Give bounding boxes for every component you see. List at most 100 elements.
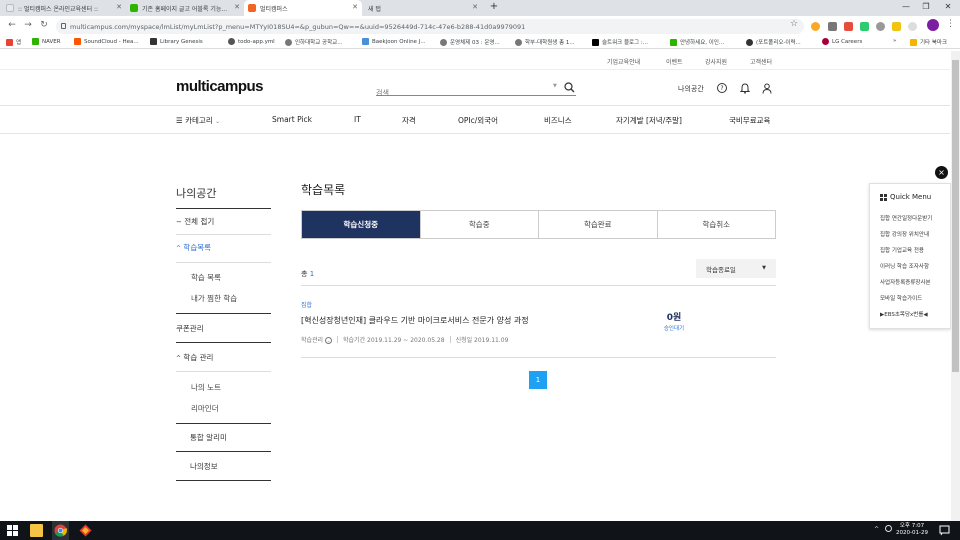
my-space-link[interactable]: 나의공간 (678, 84, 704, 94)
maximize-icon[interactable]: ❐ (918, 2, 934, 11)
star-icon[interactable]: ☆ (790, 19, 798, 29)
quick-menu-item[interactable]: 집합 기업교육 전용 (880, 246, 924, 254)
quick-menu-item[interactable]: 집합 연간일정다운받기 (880, 214, 932, 222)
manage-learning-link[interactable]: 학습관리 ⌄ (301, 335, 333, 344)
address-bar[interactable]: multicampus.com/myspace/lmList/myLmList?… (56, 19, 804, 34)
file-explorer-icon[interactable] (30, 524, 43, 537)
bookmark-item[interactable]: 운영체제 03 : 운영... (440, 38, 500, 46)
help-icon[interactable]: ? (717, 83, 727, 93)
user-icon[interactable] (762, 83, 772, 94)
extension-icon[interactable] (892, 22, 901, 31)
bookmark-item[interactable]: Library Genesis (150, 38, 203, 45)
tab-title: 기존 홈페이지 글고 어블록 기능... (142, 5, 228, 13)
bookmark-item[interactable]: SoundCloud - Hea... (74, 38, 139, 45)
extension-icon[interactable] (844, 22, 853, 31)
network-icon[interactable] (885, 525, 892, 532)
extension-icon[interactable] (908, 22, 917, 31)
close-icon[interactable]: ✕ (352, 3, 358, 11)
bookmark-item[interactable]: 앱 (6, 38, 21, 46)
back-icon[interactable]: ← (6, 20, 18, 30)
nav-item-certification[interactable]: 자격 (402, 115, 416, 126)
util-link-corporate[interactable]: 기업교육안내 (607, 57, 640, 66)
forward-icon[interactable]: → (22, 20, 34, 30)
extension-icon[interactable] (876, 22, 885, 31)
browser-tab[interactable]: :: 멀티캠퍼스 온라인교육센터 :: ✕ (2, 0, 126, 16)
app-diamond-icon[interactable] (79, 524, 92, 537)
quick-menu-item[interactable]: 모바일 학습가이드 (880, 294, 922, 302)
category-menu-button[interactable]: ☰ 카테고리 ⌄ (176, 115, 220, 126)
search-dropdown-icon[interactable]: ▼ (553, 83, 557, 89)
close-icon[interactable]: ✕ (234, 3, 240, 11)
extension-icon[interactable] (811, 22, 820, 31)
util-link-event[interactable]: 이벤트 (666, 57, 683, 66)
sort-select[interactable]: 학습종료일 ▼ (696, 259, 776, 278)
quick-menu-close-button[interactable]: × (935, 166, 948, 179)
taskbar-clock[interactable]: 오후 7:07 2020-01-29 (896, 523, 928, 537)
browser-tab[interactable]: 기존 홈페이지 글고 어블록 기능... ✕ (126, 0, 244, 16)
extension-icon[interactable] (860, 22, 869, 31)
lnb-sub-learning-list[interactable]: 학습 목록 (191, 272, 221, 283)
scrollbar-thumb[interactable] (952, 60, 959, 372)
quick-menu-item[interactable]: ▶EBS초목당x번를◀ (880, 310, 928, 318)
lnb-item-coupon[interactable]: 쿠폰관리 (176, 323, 204, 334)
bookmark-item[interactable]: (포트폴리오-이력... (746, 38, 801, 46)
tab-in-progress[interactable]: 학습중 (419, 211, 539, 238)
bookmark-item[interactable]: todo-app.yml (228, 38, 275, 45)
bookmark-item[interactable]: NAVER (32, 38, 61, 45)
nav-item-smart-pick[interactable]: Smart Pick (272, 115, 312, 124)
quick-menu-item[interactable]: 이러닝 학습 조자사항 (880, 262, 929, 270)
minimize-icon[interactable]: — (898, 2, 914, 11)
window-close-icon[interactable]: ✕ (940, 2, 956, 11)
lnb-sub-my-notes[interactable]: 나의 노트 (191, 382, 221, 393)
notification-icon[interactable] (939, 525, 950, 536)
close-icon[interactable]: ✕ (116, 3, 122, 11)
windows-start-icon[interactable] (6, 524, 19, 537)
nav-item-opic-language[interactable]: OPIc/외국어 (458, 115, 498, 126)
tab-applying[interactable]: 학습신청중 (302, 211, 420, 238)
close-icon[interactable]: ✕ (472, 3, 478, 11)
system-tray-chevron-icon[interactable]: ^ (874, 526, 879, 533)
bell-icon[interactable] (740, 83, 750, 94)
search-input[interactable] (376, 89, 546, 97)
bookmark-label: (포트폴리오-이력... (756, 40, 801, 46)
util-link-support[interactable]: 고객센터 (750, 57, 772, 66)
bookmark-item[interactable]: 슬트워크 블로그 :... (592, 38, 648, 46)
chrome-menu-icon[interactable]: ⋮ (946, 19, 955, 29)
extension-icon[interactable] (828, 22, 837, 31)
site-logo[interactable]: multicampus (176, 78, 264, 95)
reload-icon[interactable]: ↻ (38, 20, 50, 30)
pagination-page-1[interactable]: 1 (529, 371, 547, 389)
util-link-instructor[interactable]: 강사지원 (705, 57, 727, 66)
bookmark-item[interactable]: LG Careers (822, 38, 862, 45)
bookmark-item[interactable]: 인하대학교 공학교... (285, 38, 342, 46)
bookmarks-overflow-button[interactable]: » (893, 38, 896, 44)
search-icon[interactable] (564, 82, 575, 93)
course-title[interactable]: [혁신성장청년인재] 클라우드 기반 마이크로서비스 전문가 양성 과정 (301, 315, 529, 326)
browser-tab[interactable]: 새 탭 ✕ (364, 0, 482, 16)
bookmark-item[interactable]: 학부-대학원생 총 1... (515, 38, 575, 46)
lnb-item-learning-list[interactable]: ^ 학습목록 (176, 242, 211, 253)
lnb-sub-wishlist[interactable]: 내가 찜한 학습 (191, 293, 237, 304)
lnb-item-notice[interactable]: 통합 알리미 (190, 432, 227, 443)
new-tab-button[interactable]: + (486, 1, 502, 12)
bookmark-item[interactable]: 기타 북마크 (910, 38, 947, 46)
tab-cancelled[interactable]: 학습취소 (656, 211, 776, 238)
quick-menu-item[interactable]: 집합 강의장 위치안내 (880, 230, 929, 238)
bookmark-item[interactable]: 안녕하세요, 이인... (670, 38, 724, 46)
total-count: 총 1 (301, 269, 314, 279)
lnb-item-learning-manage[interactable]: ^ 학습 관리 (176, 352, 213, 363)
nav-item-free-education[interactable]: 국비무료교육 (729, 115, 770, 126)
bookmark-label: todo-app.yml (238, 38, 275, 45)
nav-item-it[interactable]: IT (354, 115, 361, 124)
chrome-taskbar-button[interactable] (52, 521, 69, 540)
bookmark-item[interactable]: Baekjoon Online J... (362, 38, 426, 45)
nav-item-self-development[interactable]: 자기계발 [저녁/주말] (616, 115, 682, 126)
browser-tab-active[interactable]: 멀티캠퍼스 ✕ (244, 0, 362, 16)
quick-menu-item[interactable]: 사업자등록증류장사본 (880, 278, 931, 286)
collapse-all-button[interactable]: − 전체 접기 (176, 216, 214, 227)
profile-avatar[interactable] (927, 19, 939, 31)
lnb-item-my-info[interactable]: 나의정보 (190, 461, 218, 472)
lnb-sub-reminder[interactable]: 리마인더 (191, 403, 219, 414)
tab-completed[interactable]: 학습완료 (538, 211, 657, 238)
nav-item-business[interactable]: 비즈니스 (544, 115, 572, 126)
